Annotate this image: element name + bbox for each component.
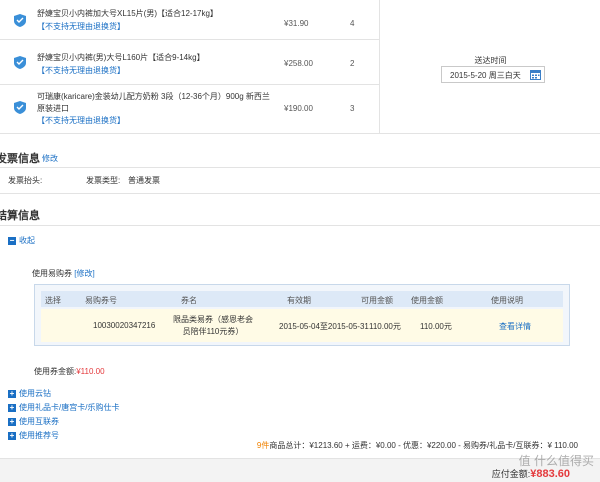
use-referral-link[interactable]: + 使用推荐号 <box>8 430 59 441</box>
product-return-tag: 【不支持无理由退换货】 <box>37 66 125 75</box>
invoice-section-title: 发票信息 <box>0 153 40 165</box>
delivery-date-picker[interactable]: 2015-5-20 周三白天 <box>441 66 545 83</box>
product-price: ¥190.00 <box>284 104 313 113</box>
option-label: 使用推荐号 <box>19 431 59 440</box>
product-return-tag: 【不支持无理由退换货】 <box>37 116 125 125</box>
coupon-title-text: 使用易购券 <box>32 269 72 278</box>
divider <box>0 193 600 194</box>
product-price: ¥258.00 <box>284 59 313 68</box>
total-label: 应付金额: <box>491 469 531 479</box>
used-coupon-value: ¥110.00 <box>76 367 105 376</box>
coupon-panel-title: 使用易购券 [修改] <box>32 268 95 279</box>
product-table: 舒婕宝贝小内裤加大号XL15片(男)【适合12-17kg】 【不支持无理由退换货… <box>0 0 600 134</box>
product-list: 舒婕宝贝小内裤加大号XL15片(男)【适合12-17kg】 【不支持无理由退换货… <box>0 0 380 134</box>
product-price: ¥31.90 <box>284 19 309 28</box>
product-name[interactable]: 舒婕宝贝小内裤(男)大号L160片【适合9-14kg】 <box>37 52 275 64</box>
product-row: 舒婕宝贝小内裤加大号XL15片(男)【适合12-17kg】 【不支持无理由退换货… <box>0 0 380 40</box>
shield-icon <box>14 56 26 69</box>
col-available: 可用金额 <box>361 296 393 305</box>
product-qty: 2 <box>350 59 355 68</box>
use-cloud-diamond-link[interactable]: + 使用云钻 <box>8 388 51 399</box>
use-connect-coupon-link[interactable]: + 使用互联券 <box>8 416 59 427</box>
product-name[interactable]: 可瑞康(karicare)金装幼儿配方奶粉 3段（12-36个月）900g 新西… <box>37 91 275 115</box>
total-value: ¥883.60 <box>530 468 570 480</box>
coupon-available: 110.00元 <box>369 322 401 331</box>
invoice-edit-link[interactable]: 修改 <box>42 153 58 164</box>
coupon-table: 选择 易购券号 券名 有效期 可用金额 使用金额 使用说明 1003002034… <box>34 284 570 346</box>
delivery-time-label: 送达时间 <box>474 56 507 65</box>
settlement-section-title: 结算信息 <box>0 210 40 222</box>
summary-text: 商品总计：¥1213.60 + 运费：¥0.00 - 优惠：¥220.00 - … <box>269 441 578 450</box>
collapse-label: 收起 <box>19 236 35 245</box>
product-name[interactable]: 舒婕宝贝小内裤加大号XL15片(男)【适合12-17kg】 <box>37 8 275 20</box>
product-row: 舒婕宝贝小内裤(男)大号L160片【适合9-14kg】 【不支持无理由退换货】 … <box>0 40 380 85</box>
summary-count: 9件 <box>256 441 270 450</box>
option-label: 使用互联券 <box>19 417 59 426</box>
col-name: 券名 <box>181 296 197 305</box>
shield-icon <box>14 101 26 114</box>
coupon-row[interactable]: 10030020347216 限品类易券（感恩老会员陪伴110元券） 2015-… <box>41 309 563 342</box>
minus-icon: − <box>8 235 16 245</box>
coupon-code: 10030020347216 <box>93 321 156 330</box>
total-bar: 应付金额:¥883.60 <box>0 458 600 482</box>
invoice-type-label: 发票类型: <box>86 176 121 185</box>
used-coupon-amount: 使用券金额:¥110.00 <box>34 366 105 377</box>
order-summary: 9件商品总计：¥1213.60 + 运费：¥0.00 - 优惠：¥220.00 … <box>257 440 578 451</box>
invoice-type-value: 普通发票 <box>128 176 160 185</box>
col-code: 易购券号 <box>85 296 117 305</box>
coupon-name: 限品类易券（感恩老会员陪伴110元券） <box>173 315 253 336</box>
plus-icon: + <box>8 402 16 412</box>
product-return-tag: 【不支持无理由退换货】 <box>37 22 125 31</box>
option-label: 使用礼品卡/唐宫卡/乐购仕卡 <box>19 403 120 412</box>
watermark: 值 什么值得买 <box>518 454 594 468</box>
product-qty: 3 <box>350 104 355 113</box>
coupon-validity: 2015-05-04至2015-05-31 <box>279 322 369 331</box>
coupon-used: 110.00元 <box>420 322 452 331</box>
invoice-header-label: 发票抬头: <box>8 176 43 185</box>
plus-icon: + <box>8 388 16 398</box>
divider <box>0 167 600 168</box>
plus-icon: + <box>8 416 16 426</box>
calendar-icon[interactable] <box>530 69 541 80</box>
product-qty: 4 <box>350 19 355 28</box>
coupon-table-header: 选择 易购券号 券名 有效期 可用金额 使用金额 使用说明 <box>41 291 563 307</box>
shield-icon <box>14 14 26 27</box>
coupon-edit-link[interactable]: [修改] <box>74 269 94 278</box>
product-row: 可瑞康(karicare)金装幼儿配方奶粉 3段（12-36个月）900g 新西… <box>0 85 380 134</box>
used-coupon-label: 使用券金额: <box>34 367 77 376</box>
col-detail: 使用说明 <box>491 296 523 305</box>
delivery-time-panel: 送达时间 2015-5-20 周三白天 <box>381 0 600 134</box>
collapse-toggle[interactable]: − 收起 <box>8 235 35 246</box>
option-label: 使用云钻 <box>19 389 51 398</box>
use-gift-card-link[interactable]: + 使用礼品卡/唐宫卡/乐购仕卡 <box>8 402 119 413</box>
coupon-detail-link[interactable]: 查看详情 <box>499 321 531 332</box>
coupon-panel: 使用易购券 [修改] 选择 易购券号 券名 有效期 可用金额 使用金额 使用说明… <box>26 264 578 352</box>
delivery-date-value: 2015-5-20 周三白天 <box>450 71 521 80</box>
col-validity: 有效期 <box>287 296 311 305</box>
col-used: 使用金额 <box>411 296 443 305</box>
col-select: 选择 <box>45 296 61 305</box>
plus-icon: + <box>8 430 16 440</box>
divider <box>0 225 600 226</box>
